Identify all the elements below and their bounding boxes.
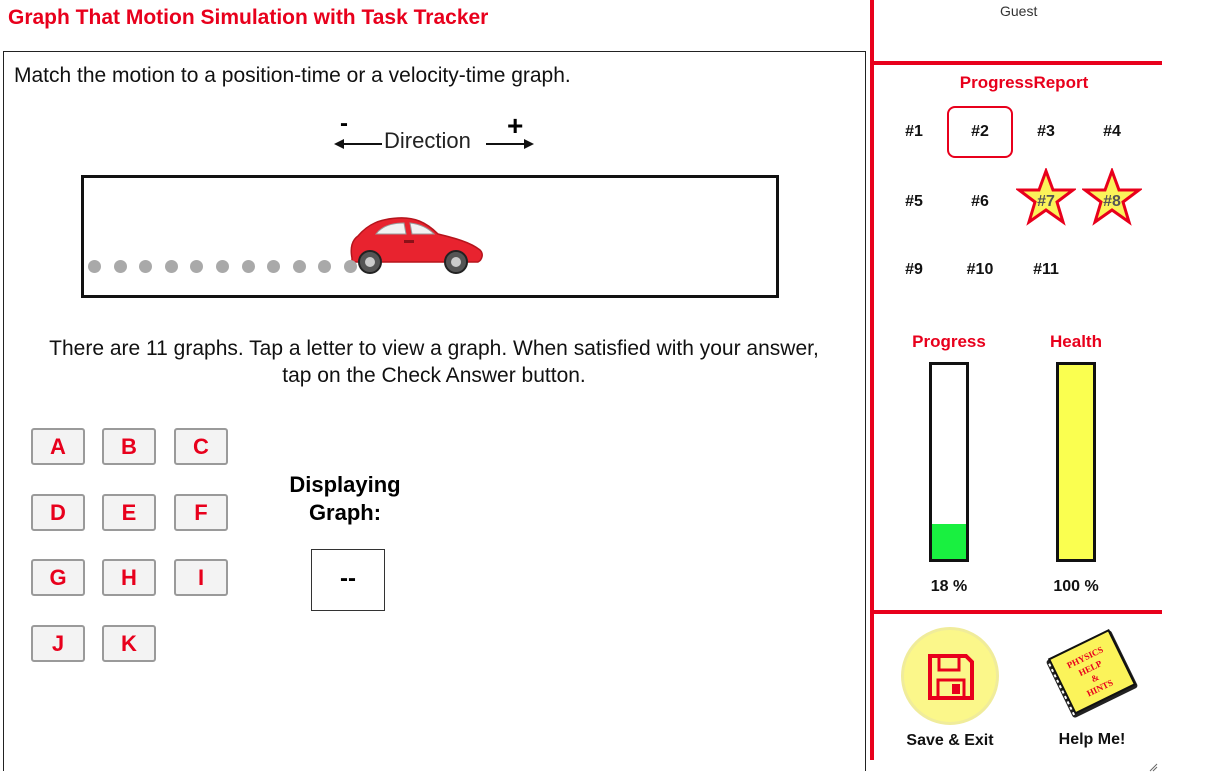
motion-dot bbox=[344, 260, 357, 273]
motion-dot bbox=[164, 260, 178, 273]
task-label: #5 bbox=[905, 193, 923, 210]
progress-report-title: ProgressReport bbox=[959, 73, 1089, 92]
motion-dot bbox=[292, 260, 306, 273]
graph-letter-button-j[interactable]: J bbox=[31, 625, 85, 662]
task-8[interactable]: #8 bbox=[1079, 168, 1145, 228]
graph-letter-button-d[interactable]: D bbox=[31, 494, 85, 531]
user-name: Guest bbox=[1000, 3, 1038, 19]
motion-dot bbox=[267, 260, 281, 273]
graph-letter-button-f[interactable]: F bbox=[174, 494, 228, 531]
graph-letter-button-b[interactable]: B bbox=[102, 428, 156, 465]
save-exit-label[interactable]: Save & Exit bbox=[890, 732, 1010, 750]
graph-letter-button-g[interactable]: G bbox=[31, 559, 85, 596]
task-6[interactable]: #6 bbox=[947, 176, 1013, 228]
task-5[interactable]: #5 bbox=[881, 176, 947, 228]
main-panel: Match the motion to a position-time or a… bbox=[3, 51, 866, 771]
instructions-paragraph: There are 11 graphs. Tap a letter to vie… bbox=[49, 337, 819, 387]
displaying-graph-value: -- bbox=[311, 549, 385, 611]
progress-value: 18 % bbox=[930, 578, 968, 595]
motion-dot bbox=[318, 260, 332, 273]
motion-dot bbox=[241, 260, 255, 273]
left-arrow-icon bbox=[334, 139, 382, 149]
graph-letter-button-k[interactable]: K bbox=[102, 625, 156, 662]
task-label: #1 bbox=[905, 123, 923, 140]
task-tracker-panel: Guest ProgressReport #1 #2 #3 #4 #5 #6 #7 #8 #9 #… bbox=[870, 0, 1162, 760]
task-11[interactable]: #11 bbox=[1013, 244, 1079, 296]
graph-letter-button-i[interactable]: I bbox=[174, 559, 228, 596]
task-label: #2 bbox=[971, 123, 989, 140]
car-icon bbox=[350, 217, 483, 274]
graph-letter-button-c[interactable]: C bbox=[174, 428, 228, 465]
direction-minus: - bbox=[340, 110, 348, 137]
graph-letter-button-a[interactable]: A bbox=[31, 428, 85, 465]
task-label: #11 bbox=[1033, 261, 1059, 278]
motion-dot bbox=[216, 260, 229, 273]
task-label: #6 bbox=[971, 193, 989, 210]
progress-bar bbox=[929, 362, 969, 562]
help-button[interactable]: PHYSICS HELP & HINTS bbox=[1042, 628, 1142, 720]
task-label: #7 bbox=[1037, 193, 1055, 210]
motion-dot bbox=[113, 260, 127, 273]
health-value: 100 % bbox=[1053, 578, 1099, 595]
task-label: #4 bbox=[1103, 123, 1121, 140]
task-3[interactable]: #3 bbox=[1013, 106, 1079, 158]
motion-dot bbox=[139, 260, 153, 273]
task-10[interactable]: #10 bbox=[947, 244, 1013, 296]
page-title: Graph That Motion Simulation with Task T… bbox=[8, 6, 489, 29]
task-label: #3 bbox=[1037, 123, 1055, 140]
displaying-graph-label: Displaying Graph: bbox=[289, 472, 401, 525]
task-4[interactable]: #4 bbox=[1079, 106, 1145, 158]
divider bbox=[874, 610, 1162, 614]
task-label: #10 bbox=[966, 261, 994, 278]
health-bar bbox=[1056, 362, 1096, 562]
physics-help-book-icon: PHYSICS HELP & HINTS bbox=[1046, 628, 1138, 718]
task-2[interactable]: #2 bbox=[947, 106, 1013, 158]
motion-track bbox=[81, 175, 779, 298]
direction-indicator: - Direction + bbox=[332, 110, 537, 162]
progress-label: Progress bbox=[912, 332, 986, 351]
motion-dot bbox=[88, 260, 101, 273]
task-1[interactable]: #1 bbox=[881, 106, 947, 158]
health-bar-fill bbox=[1059, 365, 1093, 559]
save-exit-button[interactable] bbox=[901, 627, 999, 725]
graph-letter-button-h[interactable]: H bbox=[102, 559, 156, 596]
task-7[interactable]: #7 bbox=[1013, 168, 1079, 228]
health-label: Health bbox=[1050, 332, 1102, 351]
task-label: #8 bbox=[1103, 193, 1121, 210]
help-me-label[interactable]: Help Me! bbox=[1032, 731, 1152, 749]
motion-dot bbox=[190, 260, 204, 273]
divider bbox=[874, 61, 1162, 65]
resize-grip-icon[interactable] bbox=[1148, 762, 1158, 772]
right-arrow-icon bbox=[486, 139, 534, 149]
direction-label: Direction bbox=[384, 128, 471, 153]
graph-letter-button-e[interactable]: E bbox=[102, 494, 156, 531]
progress-bar-fill bbox=[932, 524, 966, 559]
floppy-disk-icon bbox=[928, 654, 974, 700]
instruction-text: Match the motion to a position-time or a… bbox=[14, 64, 571, 87]
task-9[interactable]: #9 bbox=[881, 244, 947, 296]
task-label: #9 bbox=[905, 261, 923, 278]
